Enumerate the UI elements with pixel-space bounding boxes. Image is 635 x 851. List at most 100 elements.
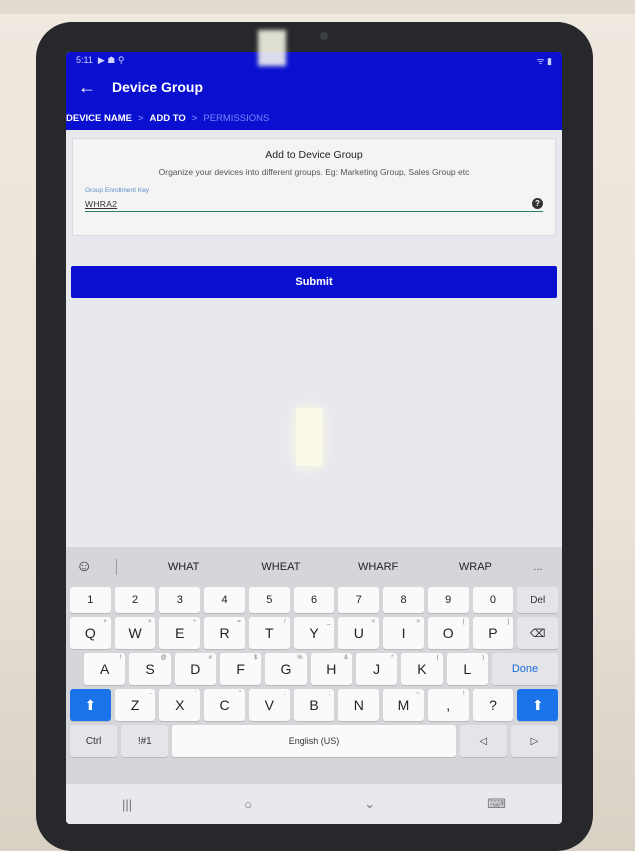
key-f[interactable]: F $ xyxy=(219,653,262,685)
recents-icon[interactable]: ||| xyxy=(122,797,132,812)
space-key[interactable]: English (US) xyxy=(172,725,456,757)
enrollment-key-field[interactable]: WHRA2 ? xyxy=(85,196,543,212)
key-alt-label: [ xyxy=(462,619,465,625)
key-0[interactable]: 0 xyxy=(472,587,514,613)
keyboard-icon[interactable]: ⌨ xyxy=(487,796,506,812)
backspace-icon[interactable]: ⌫ xyxy=(517,617,559,649)
key-alt-label: _ xyxy=(327,619,331,625)
key-2[interactable]: 2 xyxy=(114,587,156,613)
key-u[interactable]: U < xyxy=(338,617,380,649)
key-b[interactable]: B; xyxy=(293,689,335,721)
done-key[interactable]: Done xyxy=(491,653,559,685)
key-z[interactable]: Z- xyxy=(114,689,156,721)
key-v[interactable]: V: xyxy=(248,689,290,721)
key-label: C xyxy=(219,697,230,713)
status-notification-icons: ▶ ☗ ⚲ xyxy=(97,54,125,65)
key-alt-label: @ xyxy=(160,655,167,661)
key-e[interactable]: E ÷ xyxy=(159,617,201,649)
key-8[interactable]: 8 xyxy=(383,587,424,613)
key-g[interactable]: G% xyxy=(265,653,307,685)
key-y[interactable]: Y _ xyxy=(293,617,335,649)
key-r[interactable]: R = xyxy=(204,617,245,649)
tablet-frame: 5:11 ▶ ☗ ⚲ ᯤ ▮ ← Device Group DEVICE NAM… xyxy=(36,22,593,851)
key-alt-label: % xyxy=(297,655,303,661)
enrollment-key-input[interactable]: WHRA2 xyxy=(85,199,117,209)
key-w[interactable]: W × xyxy=(114,617,156,649)
key-alt-label: - xyxy=(149,691,152,697)
hide-keyboard-icon[interactable]: ⌄ xyxy=(364,796,375,812)
suggestion-bar: ☺ WHAT WHEAT WHARF WRAP ... xyxy=(66,547,562,587)
key-alt-label: ] xyxy=(507,619,510,625)
key-x[interactable]: X ' xyxy=(159,689,201,721)
key-alt-label: $ xyxy=(253,655,258,661)
more-suggestions-icon[interactable]: ... xyxy=(524,561,552,573)
suggestion-4[interactable]: WRAP xyxy=(427,561,524,573)
enrollment-key-label: Group Enrollment Key xyxy=(85,187,149,194)
key-alt-label: ! xyxy=(119,655,122,661)
key-alt-label: × xyxy=(147,619,152,625)
key-9[interactable]: 9 xyxy=(427,587,469,613)
key-label: Z xyxy=(130,697,140,713)
suggestion-1[interactable]: WHAT xyxy=(135,561,232,573)
suggestion-3[interactable]: WHARF xyxy=(330,561,427,573)
key-i[interactable]: I > xyxy=(383,617,424,649)
key-o[interactable]: O[ xyxy=(427,617,469,649)
key-1[interactable]: 1 xyxy=(70,587,111,613)
key-m[interactable]: M ~ xyxy=(383,689,424,721)
step-device-name[interactable]: DEVICE NAME xyxy=(66,113,132,124)
key-label: Q xyxy=(84,625,96,641)
key-a[interactable]: A! xyxy=(84,653,126,685)
key-label: X xyxy=(175,697,185,713)
suggestion-2[interactable]: WHEAT xyxy=(232,561,329,573)
key-j[interactable]: J * xyxy=(355,653,398,685)
symbols-key[interactable]: !#1 xyxy=(121,725,169,757)
step-breadcrumb: DEVICE NAME > ADD TO > PERMISSIONS xyxy=(66,106,562,130)
key-n[interactable]: N xyxy=(338,689,380,721)
key-label: Y xyxy=(309,625,319,641)
key-question[interactable]: ? xyxy=(472,689,514,721)
key-label: D xyxy=(190,661,201,677)
key-7[interactable]: 7 xyxy=(338,587,380,613)
key-label: E xyxy=(175,625,185,641)
key-t[interactable]: T / xyxy=(248,617,290,649)
key-k[interactable]: K( xyxy=(401,653,443,685)
app-bar: ← Device Group xyxy=(66,68,562,106)
shift-right-icon[interactable]: ⬆ xyxy=(517,689,559,721)
key-label: A xyxy=(99,661,110,677)
card-title: Add to Device Group xyxy=(265,149,363,161)
key-q[interactable]: Q + xyxy=(70,617,111,649)
key-comma[interactable]: ,! xyxy=(427,689,469,721)
key-d[interactable]: D # xyxy=(174,653,216,685)
key-alt-label: ! xyxy=(462,691,465,697)
emoji-icon[interactable]: ☺ xyxy=(76,558,116,576)
help-icon[interactable]: ? xyxy=(532,198,543,209)
card-subtitle: Organize your devices into different gro… xyxy=(158,167,470,177)
key-p[interactable]: P] xyxy=(472,617,514,649)
key-3[interactable]: 3 xyxy=(159,587,201,613)
ctrl-key[interactable]: Ctrl xyxy=(70,725,118,757)
key-label: F xyxy=(236,661,245,677)
key-alt-label: ) xyxy=(481,655,484,661)
key-h[interactable]: H & xyxy=(310,653,352,685)
del-key[interactable]: Del xyxy=(517,587,559,613)
step-add-to[interactable]: ADD TO xyxy=(150,113,186,124)
key-s[interactable]: S @ xyxy=(129,653,171,685)
home-icon[interactable]: ○ xyxy=(244,797,252,812)
key-4[interactable]: 4 xyxy=(204,587,245,613)
key-l[interactable]: L) xyxy=(446,653,488,685)
key-alt-label: / xyxy=(284,619,286,625)
key-label: H xyxy=(326,661,337,677)
letter-row-2: A! S @ D # F $ G% H & J * K( L) Done xyxy=(66,653,562,685)
cursor-left-icon[interactable]: ◁ xyxy=(459,725,507,757)
key-6[interactable]: 6 xyxy=(293,587,335,613)
submit-button[interactable]: Submit xyxy=(71,266,557,298)
light-reflection xyxy=(296,408,322,466)
shift-left-icon[interactable]: ⬆ xyxy=(70,689,111,721)
suggestion-divider xyxy=(116,559,117,575)
cursor-right-icon[interactable]: ▷ xyxy=(510,725,559,757)
back-arrow-icon[interactable]: ← xyxy=(78,77,108,98)
key-5[interactable]: 5 xyxy=(248,587,290,613)
wifi-battery-icon: ᯤ ▮ xyxy=(536,55,552,66)
key-c[interactable]: C " xyxy=(204,689,245,721)
add-group-card: Add to Device Group Organize your device… xyxy=(72,138,556,236)
